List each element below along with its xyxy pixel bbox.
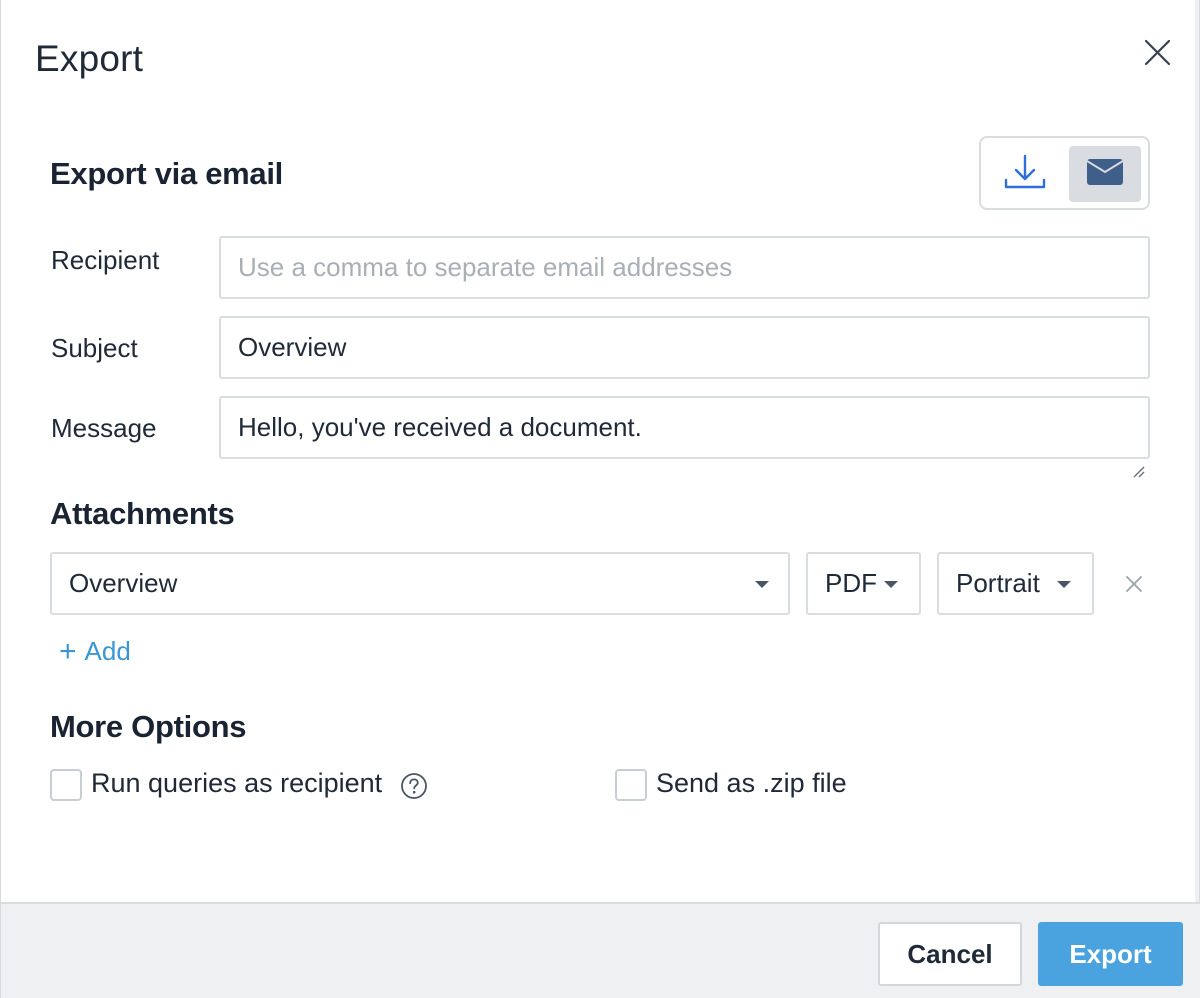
attachment-dashboard-select[interactable]: Overview: [50, 552, 790, 615]
message-label: Message: [51, 413, 157, 443]
export-mode-toggle: [979, 136, 1150, 210]
chevron-down-icon: [1057, 581, 1071, 588]
send-as-zip-checkbox[interactable]: [615, 769, 647, 801]
plus-icon: +: [59, 634, 77, 668]
attachment-format-value: PDF: [825, 568, 877, 598]
subject-label: Subject: [51, 333, 138, 363]
attachment-orientation-value: Portrait: [956, 568, 1040, 598]
remove-attachment-icon[interactable]: [1124, 574, 1144, 594]
recipient-label: Recipient: [51, 245, 160, 275]
run-as-recipient-checkbox[interactable]: [50, 769, 82, 801]
email-mode-button[interactable]: [1069, 146, 1141, 202]
close-icon[interactable]: [1139, 34, 1175, 70]
attachment-format-select[interactable]: PDF: [806, 552, 921, 615]
attachment-dashboard-value: Overview: [69, 568, 178, 598]
message-text: Hello, you've received a document.: [238, 412, 642, 442]
download-mode-button[interactable]: [989, 146, 1061, 202]
attachments-heading: Attachments: [50, 496, 235, 531]
email-section-heading: Export via email: [50, 156, 283, 191]
attachment-orientation-select[interactable]: Portrait: [937, 552, 1094, 615]
resize-grip-icon[interactable]: [1131, 440, 1145, 478]
envelope-icon: [1086, 158, 1124, 190]
recipient-input[interactable]: Use a comma to separate email addresses: [219, 236, 1150, 299]
add-attachment-label: Add: [84, 636, 131, 666]
download-icon: [1003, 150, 1047, 199]
dialog-footer: Cancel Export: [1, 902, 1200, 998]
dialog-title: Export: [35, 38, 144, 79]
more-options-heading: More Options: [50, 709, 247, 744]
subject-input[interactable]: Overview: [219, 316, 1150, 379]
send-as-zip-label: Send as .zip file: [656, 768, 847, 798]
run-as-recipient-label: Run queries as recipient: [91, 768, 383, 798]
message-textarea[interactable]: Hello, you've received a document.: [219, 396, 1150, 478]
chevron-down-icon: [884, 581, 898, 588]
cancel-button[interactable]: Cancel: [878, 922, 1022, 986]
add-attachment-button[interactable]: + Add: [59, 636, 131, 667]
export-button[interactable]: Export: [1038, 922, 1183, 986]
chevron-down-icon: [755, 581, 769, 588]
help-icon[interactable]: [400, 772, 428, 800]
export-dialog: Export Export via email Recipient Use a …: [0, 0, 1200, 998]
dialog-edge: [1195, 0, 1199, 902]
